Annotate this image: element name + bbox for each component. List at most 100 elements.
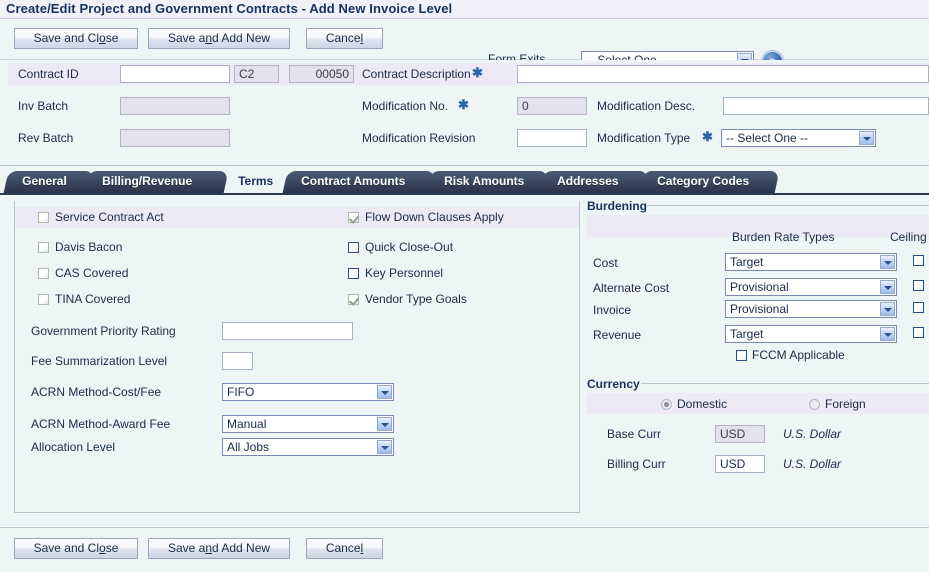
fee-summarization-level-label: Fee Summarization Level	[31, 354, 168, 368]
tab-bar: General Billing/Revenue Terms Contract A…	[0, 171, 929, 195]
burdening-cost-ceiling-checkbox[interactable]	[913, 255, 924, 266]
contract-id-label: Contract ID	[18, 67, 79, 81]
currency-foreign-label: Foreign	[825, 397, 866, 411]
burdening-invoice-ceiling-checkbox[interactable]	[913, 302, 924, 313]
tab-contract-amounts[interactable]: Contract Amounts	[282, 171, 436, 193]
save-and-close-button-top[interactable]: Save and Close	[14, 28, 138, 49]
burdening-row-alternate-cost-label: Alternate Cost	[593, 281, 670, 295]
acrn-method-award-fee-select[interactable]: Manual	[222, 415, 394, 433]
fccm-applicable-checkbox[interactable]	[736, 350, 747, 361]
contract-description-required-icon: ✱	[472, 65, 483, 80]
checkbox-flow-down-clauses-apply[interactable]	[348, 212, 359, 223]
cancel-button-bottom[interactable]: Cancel	[306, 538, 383, 559]
checkbox-cas-covered-label: CAS Covered	[55, 266, 129, 280]
tab-billing-revenue[interactable]: Billing/Revenue	[83, 171, 229, 193]
modification-desc-input[interactable]	[723, 97, 929, 115]
checkbox-tina-covered[interactable]	[38, 294, 49, 305]
top-toolbar: Save and Close Save and Add New Cancel F…	[0, 19, 929, 72]
checkbox-davis-bacon[interactable]	[38, 242, 49, 253]
burdening-row-cost-label: Cost	[593, 256, 618, 270]
checkbox-tina-covered-label: TINA Covered	[55, 292, 131, 306]
contract-number-input[interactable]	[289, 65, 354, 83]
save-and-add-new-button-top[interactable]: Save and Add New	[148, 28, 290, 49]
allocation-level-select[interactable]: All Jobs	[222, 438, 394, 456]
modification-desc-label: Modification Desc.	[597, 99, 696, 113]
base-currency-label: Base Curr	[607, 427, 662, 441]
allocation-level-value: All Jobs	[227, 440, 270, 454]
checkbox-quick-close-out[interactable]	[348, 242, 359, 253]
tab-label: Addresses	[557, 174, 619, 188]
rev-batch-label: Rev Batch	[18, 131, 74, 145]
checkbox-key-personnel-label: Key Personnel	[365, 266, 444, 280]
tab-category-codes[interactable]: Category Codes	[638, 171, 780, 193]
checkbox-service-contract-act-label: Service Contract Act	[55, 210, 164, 224]
checkbox-flow-down-clauses-apply-label: Flow Down Clauses Apply	[365, 210, 504, 224]
tab-label: General	[22, 174, 67, 188]
tab-label: Billing/Revenue	[102, 174, 193, 188]
burdening-revenue-rate-type-select[interactable]: Target	[725, 325, 897, 343]
tab-general[interactable]: General	[3, 171, 95, 193]
base-currency-description: U.S. Dollar	[783, 427, 842, 441]
tab-risk-amounts[interactable]: Risk Amounts	[425, 171, 549, 193]
acrn-method-award-fee-label: ACRN Method-Award Fee	[31, 417, 171, 431]
page-title: Create/Edit Project and Government Contr…	[6, 1, 453, 16]
tab-addresses[interactable]: Addresses	[538, 171, 649, 193]
tab-label: Category Codes	[657, 174, 750, 188]
burdening-section-title: Burdening	[587, 199, 647, 213]
burdening-row-revenue-label: Revenue	[593, 328, 642, 342]
rev-batch-input[interactable]	[120, 129, 230, 147]
modification-type-required-icon: ✱	[702, 129, 713, 144]
tab-content-terms: Service Contract Act Davis Bacon CAS Cov…	[0, 195, 929, 535]
acrn-method-cost-fee-select[interactable]: FIFO	[222, 383, 394, 401]
modification-no-input[interactable]	[517, 97, 587, 115]
checkbox-service-contract-act[interactable]	[38, 212, 49, 223]
burdening-cost-rate-type-select[interactable]: Target	[725, 253, 897, 271]
checkbox-vendor-type-goals[interactable]	[348, 294, 359, 305]
contract-id-input[interactable]	[120, 65, 230, 83]
government-priority-rating-label: Government Priority Rating	[31, 324, 176, 338]
inv-batch-input[interactable]	[120, 97, 230, 115]
header-row-rev-batch: Rev Batch Modification Revision Modifica…	[0, 124, 929, 156]
contract-description-label: Contract Description	[362, 67, 471, 81]
government-priority-rating-input[interactable]	[222, 322, 353, 340]
contract-description-input[interactable]	[517, 65, 929, 83]
base-currency-input[interactable]	[715, 425, 765, 443]
terms-panel: Service Contract Act Davis Bacon CAS Cov…	[14, 201, 580, 513]
tab-label: Contract Amounts	[301, 174, 406, 188]
currency-domestic-radio[interactable]	[661, 399, 672, 410]
currency-foreign-radio[interactable]	[809, 399, 820, 410]
cancel-button-top[interactable]: Cancel	[306, 28, 383, 49]
burdening-alternate-cost-rate-type-select[interactable]: Provisional	[725, 278, 897, 296]
burdening-revenue-ceiling-checkbox[interactable]	[913, 327, 924, 338]
checkbox-key-personnel[interactable]	[348, 268, 359, 279]
chevron-down-icon	[377, 417, 392, 431]
save-and-add-new-button-bottom[interactable]: Save and Add New	[148, 538, 290, 559]
burdening-title-rule	[647, 205, 929, 206]
billing-currency-input[interactable]	[715, 455, 765, 473]
save-and-close-button-bottom[interactable]: Save and Close	[14, 538, 138, 559]
chevron-down-icon	[880, 280, 895, 294]
inv-batch-label: Inv Batch	[18, 99, 69, 113]
bottom-toolbar: Save and Close Save and Add New Cancel	[0, 527, 929, 572]
application-window: Create/Edit Project and Government Contr…	[0, 0, 929, 572]
chevron-down-icon	[377, 440, 392, 454]
burdening-invoice-rate-type-select[interactable]: Provisional	[725, 300, 897, 318]
billing-currency-description: U.S. Dollar	[783, 457, 842, 471]
ceiling-column-header: Ceiling	[890, 230, 927, 244]
burden-rate-types-column-header: Burden Rate Types	[732, 230, 835, 244]
allocation-level-label: Allocation Level	[31, 440, 116, 454]
modification-revision-input[interactable]	[517, 129, 587, 147]
contract-header-fields: Contract ID Contract Description ✱ Inv B…	[0, 60, 929, 166]
chevron-down-icon	[880, 302, 895, 316]
fee-summarization-level-input[interactable]	[222, 352, 253, 370]
checkbox-cas-covered[interactable]	[38, 268, 49, 279]
chevron-down-icon	[377, 385, 392, 399]
contract-type-input[interactable]	[234, 65, 279, 83]
tab-label: Terms	[238, 174, 274, 188]
tab-label: Risk Amounts	[444, 174, 525, 188]
currency-header-stripe	[587, 393, 929, 414]
burdening-alternate-cost-ceiling-checkbox[interactable]	[913, 280, 924, 291]
modification-type-select[interactable]: -- Select One --	[721, 129, 876, 147]
fccm-applicable-label: FCCM Applicable	[752, 348, 845, 362]
checkbox-quick-close-out-label: Quick Close-Out	[365, 240, 454, 254]
